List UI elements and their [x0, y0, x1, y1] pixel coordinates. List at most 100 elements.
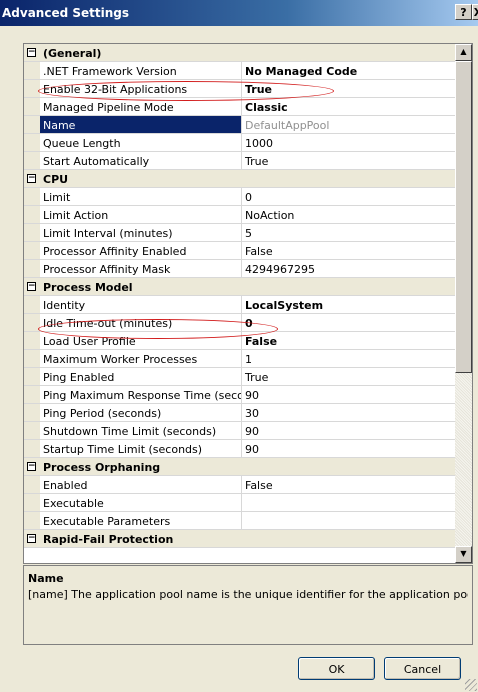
property-row[interactable]: Start Automatically True [24, 152, 455, 170]
dialog-title: Advanced Settings [2, 6, 130, 20]
collapse-toggle-icon[interactable]: − [24, 530, 40, 547]
collapse-toggle-icon[interactable]: − [24, 458, 40, 475]
property-name[interactable]: Maximum Worker Processes [40, 350, 242, 367]
property-row[interactable]: Maximum Worker Processes 1 [24, 350, 455, 368]
scroll-thumb[interactable] [455, 61, 472, 373]
description-title: Name [28, 572, 64, 585]
property-value[interactable]: 90 [242, 386, 455, 403]
property-row[interactable]: Limit 0 [24, 188, 455, 206]
property-value[interactable]: 30 [242, 404, 455, 421]
help-button[interactable]: ? [455, 4, 472, 20]
category-title: Rapid-Fail Protection [43, 533, 174, 546]
property-name[interactable]: Limit Interval (minutes) [40, 224, 242, 241]
property-name[interactable]: Load User Profile [40, 332, 242, 349]
property-value[interactable]: 90 [242, 440, 455, 457]
property-row[interactable]: Processor Affinity Mask 4294967295 [24, 260, 455, 278]
property-value[interactable]: NoAction [242, 206, 455, 223]
property-row[interactable]: Ping Period (seconds) 30 [24, 404, 455, 422]
collapse-toggle-icon[interactable]: − [24, 44, 40, 61]
property-name[interactable]: Name [40, 116, 242, 133]
category-row[interactable]: − Process Orphaning [24, 458, 455, 476]
category-title: Process Model [43, 281, 133, 294]
property-name[interactable]: Executable Parameters [40, 512, 242, 529]
collapse-toggle-icon[interactable]: − [24, 278, 40, 295]
property-name[interactable]: .NET Framework Version [40, 62, 242, 79]
property-row[interactable]: Idle Time-out (minutes) 0 [24, 314, 455, 332]
property-value[interactable]: DefaultAppPool [242, 116, 455, 133]
property-value[interactable]: No Managed Code [242, 62, 455, 79]
property-name[interactable]: Ping Enabled [40, 368, 242, 385]
property-row[interactable]: Enable 32-Bit Applications True [24, 80, 455, 98]
property-name[interactable]: Ping Maximum Response Time (seconds) [40, 386, 242, 403]
property-value[interactable]: Classic [242, 98, 455, 115]
property-name[interactable]: Queue Length [40, 134, 242, 151]
property-name[interactable]: Limit [40, 188, 242, 205]
property-value[interactable]: 0 [242, 188, 455, 205]
property-row[interactable]: Limit Interval (minutes) 5 [24, 224, 455, 242]
advanced-settings-dialog: Advanced Settings ? X − (General) .NET Fra… [0, 0, 478, 692]
property-row[interactable]: Processor Affinity Enabled False [24, 242, 455, 260]
property-row[interactable]: .NET Framework Version No Managed Code [24, 62, 455, 80]
property-name[interactable]: Startup Time Limit (seconds) [40, 440, 242, 457]
cancel-button[interactable]: Cancel [384, 657, 461, 680]
property-name[interactable]: Processor Affinity Mask [40, 260, 242, 277]
property-value[interactable]: 90 [242, 422, 455, 439]
property-name[interactable]: Start Automatically [40, 152, 242, 169]
property-value[interactable] [242, 512, 455, 529]
category-row[interactable]: − Rapid-Fail Protection [24, 530, 455, 548]
property-name[interactable]: Ping Period (seconds) [40, 404, 242, 421]
property-row[interactable]: Ping Maximum Response Time (seconds)90 [24, 386, 455, 404]
property-value[interactable]: 0 [242, 314, 455, 331]
category-title: Process Orphaning [43, 461, 161, 474]
property-name[interactable]: Processor Affinity Enabled [40, 242, 242, 259]
close-button[interactable]: X [472, 4, 478, 20]
description-panel: Name [name] The application pool name is… [23, 565, 473, 645]
property-row[interactable]: Limit Action NoAction [24, 206, 455, 224]
ok-button[interactable]: OK [298, 657, 375, 680]
property-value[interactable]: False [242, 242, 455, 259]
vertical-scrollbar[interactable]: ▲ ▼ [455, 44, 472, 563]
property-name[interactable]: Enable 32-Bit Applications [40, 80, 242, 97]
collapse-toggle-icon[interactable]: − [24, 170, 40, 187]
scroll-up-arrow-icon[interactable]: ▲ [455, 44, 472, 61]
property-name[interactable]: Idle Time-out (minutes) [40, 314, 242, 331]
property-row[interactable]: Managed Pipeline Mode Classic [24, 98, 455, 116]
category-row[interactable]: − CPU [24, 170, 455, 188]
property-name[interactable]: Shutdown Time Limit (seconds) [40, 422, 242, 439]
resize-grip-icon[interactable] [465, 679, 477, 691]
property-row[interactable]: Queue Length 1000 [24, 134, 455, 152]
property-grid-rows: − (General) .NET Framework Version No Manag… [24, 44, 455, 548]
property-row[interactable]: Shutdown Time Limit (seconds) 90 [24, 422, 455, 440]
property-value[interactable]: True [242, 368, 455, 385]
property-row[interactable]: Load User Profile False [24, 332, 455, 350]
property-row[interactable]: Executable [24, 494, 455, 512]
property-row[interactable]: Ping Enabled True [24, 368, 455, 386]
property-name[interactable]: Managed Pipeline Mode [40, 98, 242, 115]
category-title: CPU [43, 173, 69, 186]
property-value[interactable]: False [242, 476, 455, 493]
property-name[interactable]: Executable [40, 494, 242, 511]
property-value[interactable]: 1000 [242, 134, 455, 151]
property-value[interactable]: True [242, 152, 455, 169]
property-value[interactable]: 4294967295 [242, 260, 455, 277]
property-name[interactable]: Enabled [40, 476, 242, 493]
scroll-down-arrow-icon[interactable]: ▼ [455, 546, 472, 563]
property-grid: − (General) .NET Framework Version No Manag… [23, 43, 473, 564]
property-value[interactable]: 5 [242, 224, 455, 241]
property-name[interactable]: Identity [40, 296, 242, 313]
property-value[interactable]: False [242, 332, 455, 349]
property-value[interactable] [242, 494, 455, 511]
category-row[interactable]: − Process Model [24, 278, 455, 296]
title-bar[interactable]: Advanced Settings [0, 0, 478, 26]
property-value[interactable]: LocalSystem [242, 296, 455, 313]
category-title: (General) [43, 47, 102, 60]
property-row[interactable]: Executable Parameters [24, 512, 455, 530]
property-value[interactable]: True [242, 80, 455, 97]
property-name[interactable]: Limit Action [40, 206, 242, 223]
property-row[interactable]: Startup Time Limit (seconds) 90 [24, 440, 455, 458]
property-row[interactable]: Name DefaultAppPool [24, 116, 455, 134]
category-row[interactable]: − (General) [24, 44, 455, 62]
property-row[interactable]: Enabled False [24, 476, 455, 494]
property-value[interactable]: 1 [242, 350, 455, 367]
property-row[interactable]: Identity LocalSystem [24, 296, 455, 314]
